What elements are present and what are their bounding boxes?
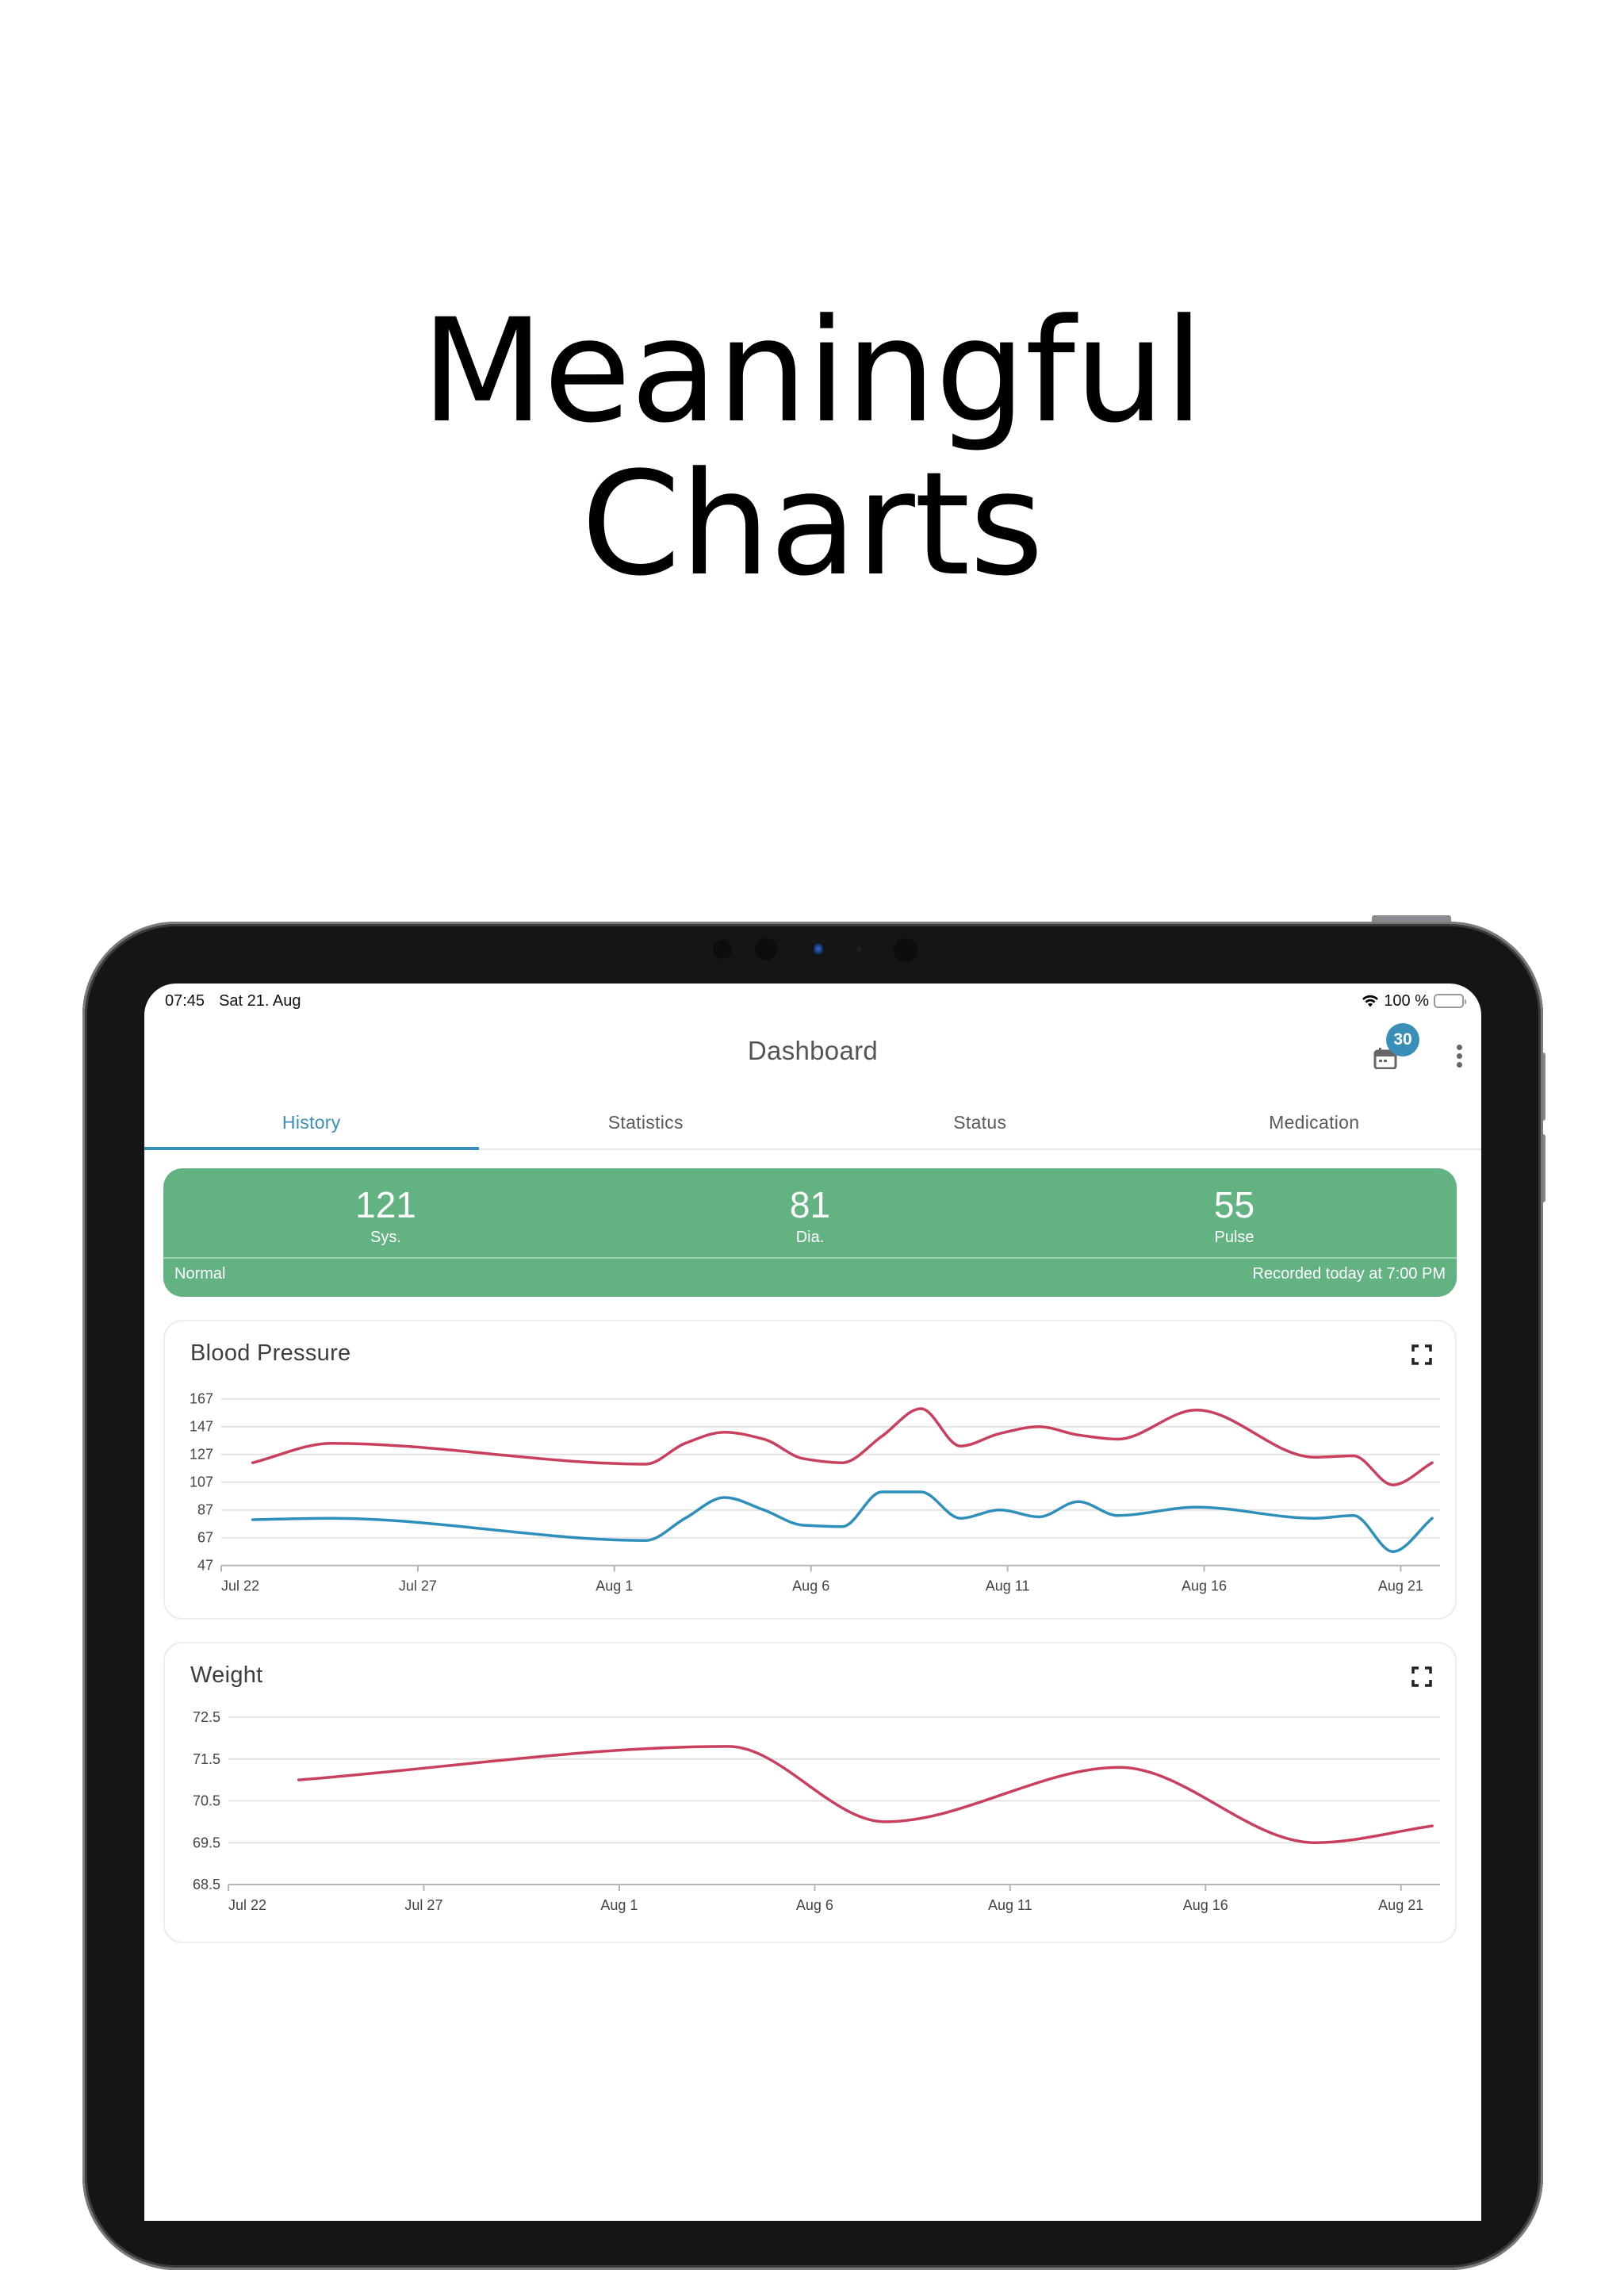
diastolic-metric: 81 Dia. xyxy=(598,1168,1022,1257)
tab-statistics[interactable]: Statistics xyxy=(479,1102,814,1148)
wifi-icon xyxy=(1362,994,1379,1008)
pulse-value: 55 xyxy=(1022,1184,1446,1225)
diastolic-label: Dia. xyxy=(598,1229,1022,1247)
tab-medication[interactable]: Medication xyxy=(1147,1102,1482,1148)
blood-pressure-chart: 47 67 87 107 127 147 167 Jul 22 Jul 27 Aug 1 Aug 6… xyxy=(165,1321,1458,1621)
y-tick-label: 47 xyxy=(197,1558,213,1574)
y-tick-label: 87 xyxy=(197,1502,213,1518)
systolic-value: 121 xyxy=(174,1184,598,1225)
more-options-button[interactable] xyxy=(1443,1036,1475,1076)
systolic-label: Sys. xyxy=(174,1229,598,1247)
x-tick-label: Jul 22 xyxy=(228,1897,266,1913)
status-time: 07:45 xyxy=(165,992,205,1010)
x-tick-label: Aug 11 xyxy=(986,1578,1030,1594)
battery-percent: 100 % xyxy=(1384,992,1429,1010)
weight-card: Weight 68.569.570.571.572.5Jul 22Jul 27A… xyxy=(163,1642,1457,1943)
y-tick-label: 71.5 xyxy=(193,1751,220,1767)
sensor-icon xyxy=(856,947,861,952)
x-tick-label: Aug 16 xyxy=(1182,1578,1227,1594)
headline: Meaningful Charts xyxy=(0,295,1624,601)
sensor-icon xyxy=(755,938,777,961)
x-tick-label: Aug 1 xyxy=(600,1897,638,1913)
y-tick-label: 68.5 xyxy=(193,1877,220,1892)
x-tick-label: Aug 16 xyxy=(1183,1897,1228,1913)
x-tick-label: Aug 6 xyxy=(792,1578,829,1594)
status-bar: 07:45 Sat 21. Aug 100 % xyxy=(165,990,1464,1012)
status-date: Sat 21. Aug xyxy=(219,992,301,1010)
y-tick-label: 67 xyxy=(197,1530,213,1546)
y-tick-label: 167 xyxy=(190,1391,213,1407)
battery-icon xyxy=(1434,994,1464,1008)
page-title: Dashboard xyxy=(144,1036,1481,1066)
calendar-badge: 30 xyxy=(1386,1023,1419,1056)
app-bar: Dashboard 30 xyxy=(144,1028,1481,1076)
x-tick-label: Jul 27 xyxy=(399,1578,437,1594)
x-tick-label: Aug 6 xyxy=(796,1897,833,1913)
y-tick-label: 69.5 xyxy=(193,1835,220,1850)
diastolic-value: 81 xyxy=(598,1184,1022,1225)
headline-line-2: Charts xyxy=(0,448,1624,601)
x-tick-label: Jul 27 xyxy=(404,1897,442,1913)
x-tick-label: Jul 22 xyxy=(221,1578,259,1594)
camera-lens-icon xyxy=(814,943,823,956)
bp-category: Normal xyxy=(174,1265,225,1283)
app-screen: 07:45 Sat 21. Aug 100 % Dashboard 30 xyxy=(144,984,1481,2221)
tab-history[interactable]: History xyxy=(144,1102,479,1148)
x-tick-label: Aug 11 xyxy=(988,1897,1032,1913)
blood-pressure-card: Blood Pressure 476787107127147167Jul 22J… xyxy=(163,1320,1457,1620)
camera-array xyxy=(0,938,1624,961)
x-tick-label: Aug 21 xyxy=(1378,1578,1423,1594)
y-tick-label: 107 xyxy=(190,1474,213,1490)
latest-reading-card[interactable]: 121 Sys. 81 Dia. 55 Pulse Normal Recorde… xyxy=(163,1168,1457,1297)
pulse-metric: 55 Pulse xyxy=(1022,1168,1446,1257)
tab-bar: History Statistics Status Medication xyxy=(144,1102,1481,1150)
y-tick-label: 147 xyxy=(190,1419,213,1435)
sensor-icon xyxy=(713,940,732,959)
series-line-systolic xyxy=(253,1409,1432,1485)
systolic-metric: 121 Sys. xyxy=(174,1168,598,1257)
recorded-time: Recorded today at 7:00 PM xyxy=(1253,1265,1446,1283)
y-tick-label: 70.5 xyxy=(193,1793,220,1809)
series-line-diastolic xyxy=(253,1492,1432,1551)
x-tick-label: Aug 1 xyxy=(596,1578,633,1594)
summary-divider xyxy=(163,1257,1457,1259)
weight-chart: 68.5 69.5 70.5 71.5 72.5 Jul 22 Jul 27 Aug 1 Aug… xyxy=(165,1643,1458,1945)
calendar-button[interactable]: 30 xyxy=(1367,1031,1423,1076)
y-tick-label: 72.5 xyxy=(193,1709,220,1725)
pulse-label: Pulse xyxy=(1022,1229,1446,1247)
headline-line-1: Meaningful xyxy=(0,295,1624,448)
more-vert-icon xyxy=(1457,1045,1462,1050)
tab-status[interactable]: Status xyxy=(813,1102,1147,1148)
x-tick-label: Aug 21 xyxy=(1378,1897,1423,1913)
series-line-weight xyxy=(299,1747,1432,1842)
y-tick-label: 127 xyxy=(190,1447,213,1463)
sensor-icon xyxy=(894,938,917,962)
